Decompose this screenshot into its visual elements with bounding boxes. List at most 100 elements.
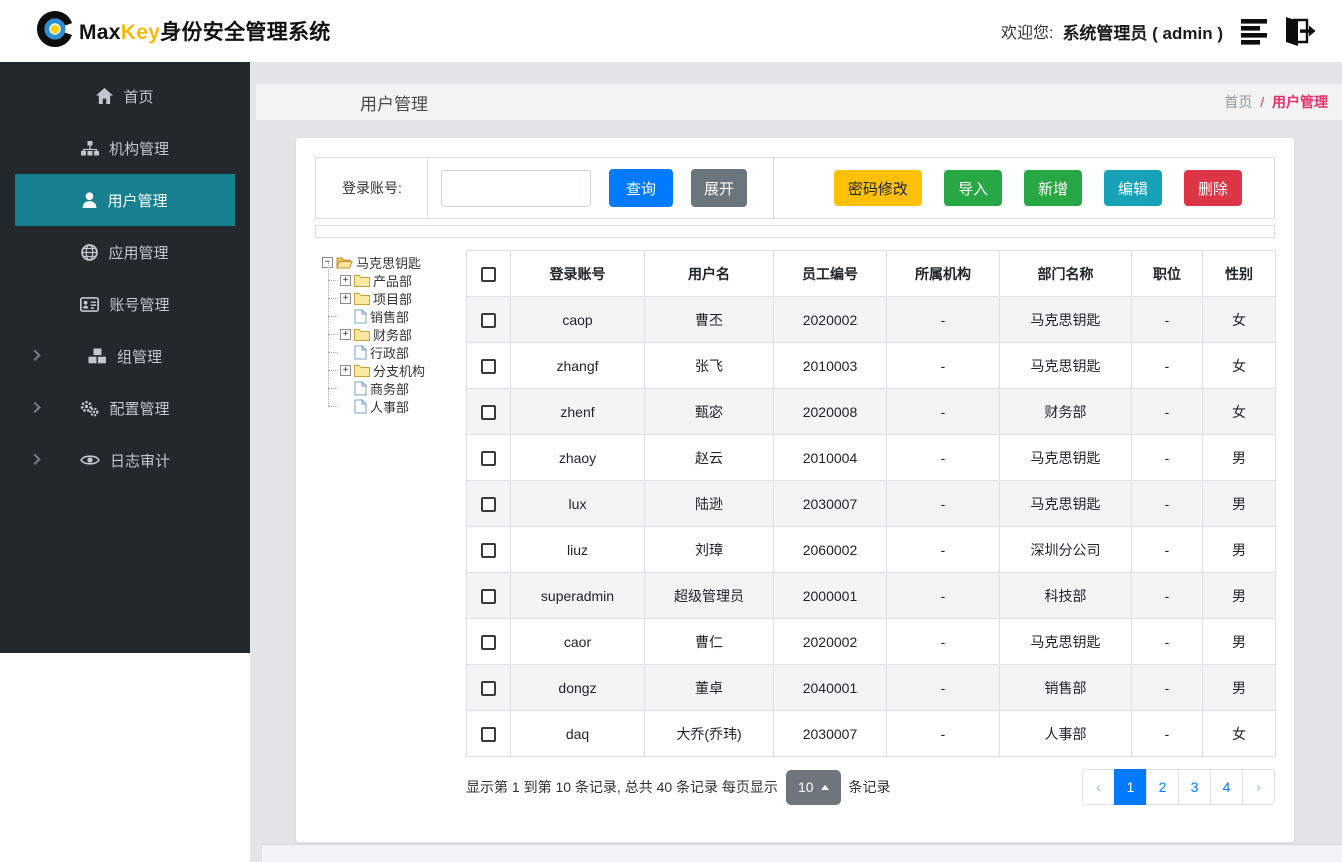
sidebar-item-home[interactable]: 首页 [15,70,235,122]
table-cell: 2060002 [773,526,887,573]
table-cell: - [1131,618,1203,665]
sidebar-nav: 首页 机构管理 用户管理 应用管理 账号管理 组管理 配置管理 日志审计 [0,62,250,653]
row-checkbox[interactable] [481,404,496,420]
table-row[interactable]: zhangf 张飞 2010003- 马克思钥匙 - 女 [466,342,1276,389]
tree-node-label[interactable]: 项目部 [373,289,412,308]
logout-icon[interactable] [1280,16,1316,47]
page-button-1[interactable]: 1 [1114,769,1147,805]
tree-node-label[interactable]: 分支机构 [373,361,425,380]
expander-plus-icon[interactable]: + [340,292,351,304]
column-header: 职位 [1131,250,1203,297]
tree-node-label[interactable]: 商务部 [370,379,409,398]
table-row[interactable]: zhaoy 赵云 2010004- 马克思钥匙 - 男 [466,434,1276,481]
next-page-button[interactable]: › [1242,769,1275,805]
column-header: 性别 [1202,250,1276,297]
tree-node-label[interactable]: 财务部 [373,325,412,344]
row-select-cell [466,618,511,665]
table-row[interactable]: daq 大乔(乔玮) 2030007- 人事部 - 女 [466,710,1276,757]
tree-node-label[interactable]: 行政部 [370,343,409,362]
org-tree: − 马克思钥匙 + 产品部 + 项目部 销售部 + 财务部 行政部 + 分支机构 商务部 人事部 [315,250,466,757]
table-cell: 女 [1202,388,1276,435]
delete-button[interactable]: 删除 [1183,170,1242,206]
select-all-checkbox[interactable] [481,266,496,282]
password-change-button[interactable]: 密码修改 [833,170,922,206]
expander-plus-icon[interactable]: + [340,328,351,340]
row-select-cell [466,480,511,527]
sidebar-item-label: 配置管理 [109,400,170,418]
row-checkbox[interactable] [481,358,496,374]
page-button-2[interactable]: 2 [1146,769,1179,805]
tree-node: 行政部 [328,334,466,362]
page-button-3[interactable]: 3 [1178,769,1211,805]
gears-icon [80,400,99,417]
sidebar-item-audit-log[interactable]: 日志审计 [15,434,235,486]
page-size-dropdown[interactable]: 10 [785,769,841,805]
row-checkbox[interactable] [481,680,496,696]
table-row[interactable]: superadmin 超级管理员 2000001- 科技部 - 男 [466,572,1276,619]
pagination-row: 显示第 1 到第 10 条记录, 总共 40 条记录 每页显示 10 条记录 ‹… [466,769,1275,805]
table-cell: - [886,526,1000,573]
query-button[interactable]: 查询 [609,169,673,207]
breadcrumb-home-link[interactable]: 首页 [1224,94,1252,110]
table-cell: 女 [1202,296,1276,343]
login-account-input[interactable] [441,169,591,207]
tree-node-label[interactable]: 马克思钥匙 [356,253,421,272]
sidebar-item-org-mgmt[interactable]: 机构管理 [15,122,235,174]
prev-page-button[interactable]: ‹ [1082,769,1115,805]
table-cell: 赵云 [644,434,774,481]
row-checkbox[interactable] [481,496,496,512]
pagination-pages: ‹ 1 2 3 4 › [1082,769,1275,805]
sidebar-item-account-mgmt[interactable]: 账号管理 [15,278,235,330]
table-cell: 人事部 [999,710,1132,757]
globe-icon [81,243,99,261]
sidebar-item-user-mgmt[interactable]: 用户管理 [15,174,235,226]
import-button[interactable]: 导入 [943,170,1002,206]
table-cell: 超级管理员 [644,572,774,619]
add-button[interactable]: 新增 [1023,170,1082,206]
table-row[interactable]: caor 曹仁 2020002- 马克思钥匙 - 男 [466,618,1276,665]
table-row[interactable]: caop 曹丕 2020002- 马克思钥匙 - 女 [466,296,1276,343]
table-cell: 张飞 [644,342,774,389]
expand-button[interactable]: 展开 [691,169,747,207]
table-row[interactable]: zhenf 甄宓 2020008- 财务部 - 女 [466,388,1276,435]
row-checkbox[interactable] [481,634,496,650]
cubes-icon [88,348,107,364]
table-row[interactable]: lux 陆逊 2030007- 马克思钥匙 - 男 [466,480,1276,527]
sidebar-item-label: 机构管理 [108,140,169,158]
table-cell: - [886,434,1000,481]
expander-plus-icon[interactable]: + [340,364,351,376]
tree-node-label[interactable]: 销售部 [370,307,409,326]
expander-plus-icon[interactable]: + [340,274,351,286]
footer-strip [262,845,1342,862]
sidebar-item-group-mgmt[interactable]: 组管理 [15,330,235,382]
folder-icon [354,274,370,287]
sidebar-item-app-mgmt[interactable]: 应用管理 [15,226,235,278]
row-checkbox[interactable] [481,312,496,328]
table-cell: 董卓 [644,664,774,711]
menu-list-icon[interactable] [1241,18,1271,45]
app-title: MaxKey身份安全管理系统 [79,21,331,44]
tree-node-label[interactable]: 产品部 [373,271,412,290]
row-checkbox[interactable] [481,450,496,466]
tree-node-label[interactable]: 人事部 [370,397,409,416]
page-title: 用户管理 [360,94,428,114]
search-toolbar: 登录账号: 查询 展开 密码修改 导入 新增 编辑 删除 [315,157,1275,219]
table-cell: superadmin [510,572,645,619]
table-row[interactable]: dongz 董卓 2040001- 销售部 - 男 [466,664,1276,711]
row-checkbox[interactable] [481,542,496,558]
row-checkbox[interactable] [481,588,496,604]
table-cell: 马克思钥匙 [999,296,1132,343]
table-header-row: 登录账号 用户名 员工编号 所属机构 部门名称 职位 性别 [466,250,1276,297]
table-cell: - [1131,388,1203,435]
page-button-4[interactable]: 4 [1210,769,1243,805]
sidebar-item-config-mgmt[interactable]: 配置管理 [15,382,235,434]
user-icon [82,192,97,208]
tree-node: 人事部 [328,388,466,416]
edit-button[interactable]: 编辑 [1103,170,1162,206]
table-cell: 2010004 [773,434,887,481]
row-checkbox[interactable] [481,726,496,742]
table-row[interactable]: liuz 刘璋 2060002- 深圳分公司 - 男 [466,526,1276,573]
tree-node: + 分支机构 [328,352,466,380]
caret-up-icon [820,784,829,790]
table-cell: liuz [510,526,645,573]
